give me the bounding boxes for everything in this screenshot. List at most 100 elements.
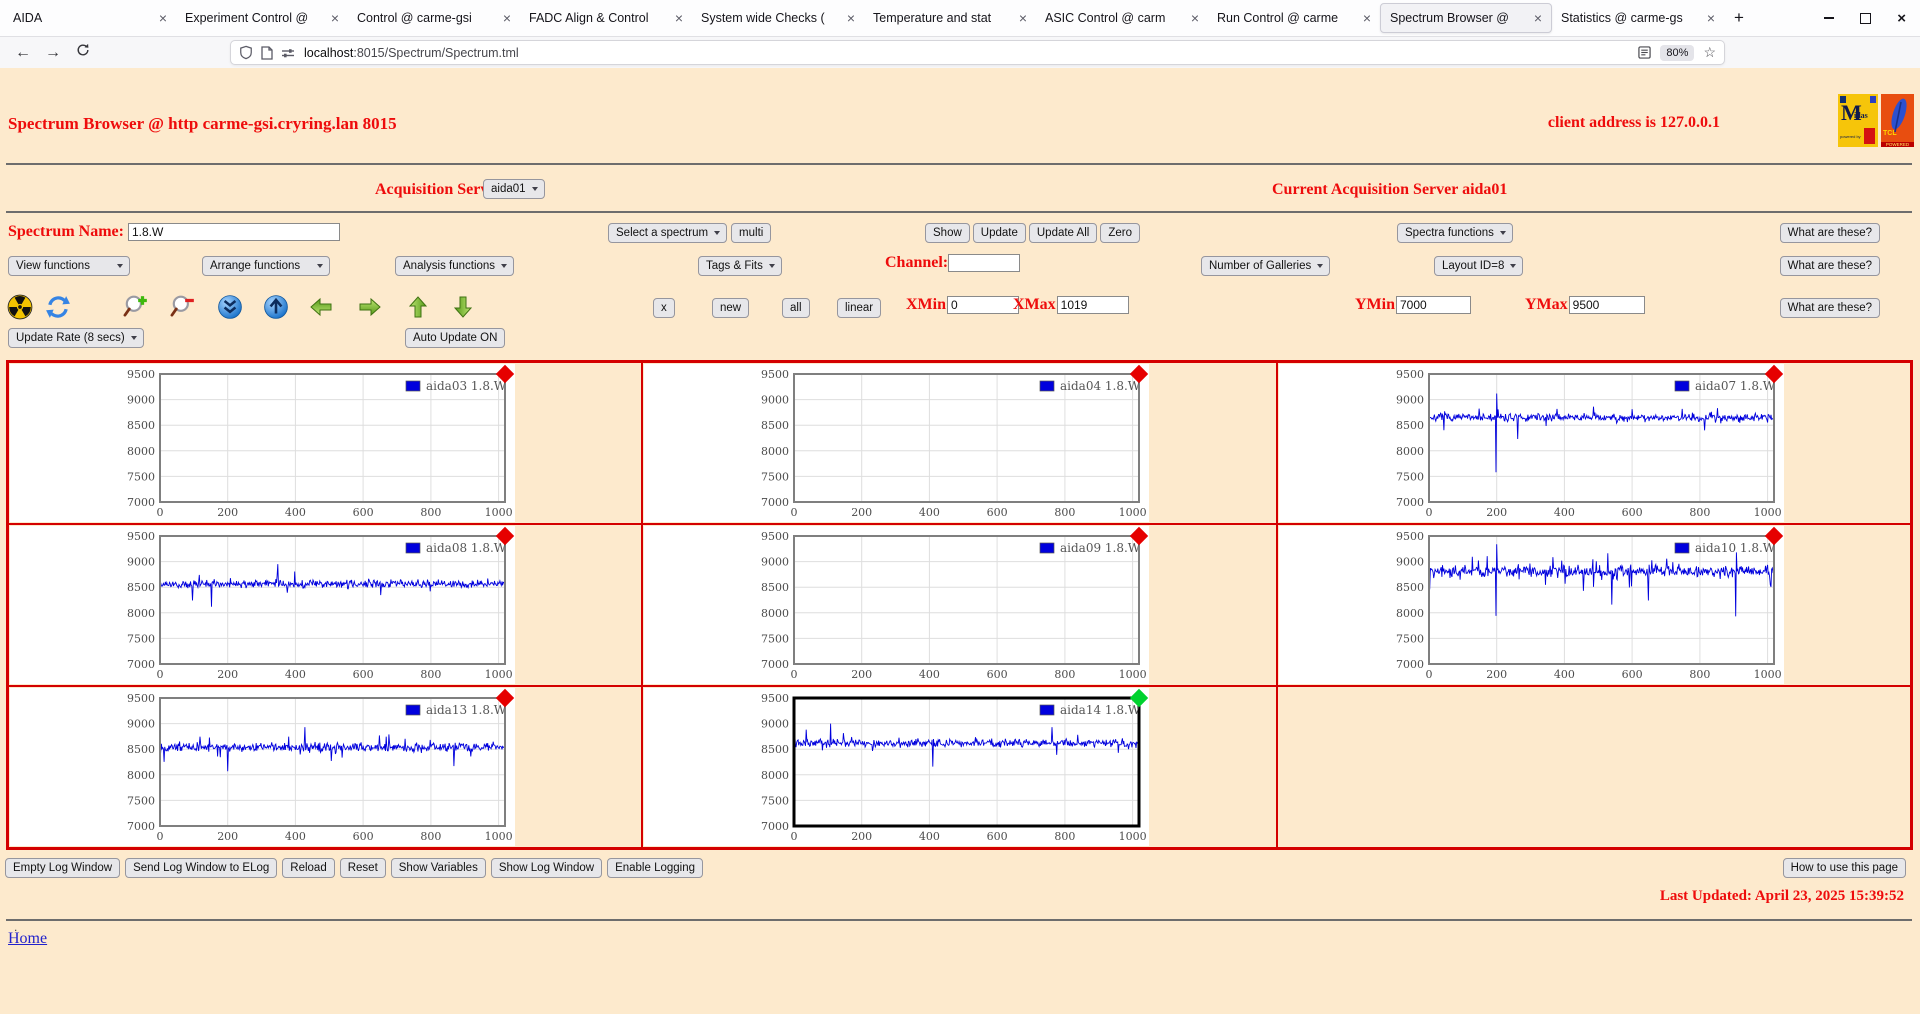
plot-image[interactable]: 7000 7500 8000 8500 9000 9500 0 200 400 600 800 100… xyxy=(10,364,515,522)
arrow-up-icon[interactable] xyxy=(405,294,431,320)
tab-close-icon[interactable]: × xyxy=(1363,11,1371,25)
xmax-input[interactable] xyxy=(1056,296,1129,314)
spectra-functions-dropdown[interactable]: Spectra functions xyxy=(1397,223,1513,243)
plot-image[interactable]: 7000 7500 8000 8500 9000 9500 0 200 400 600 800 100… xyxy=(10,688,515,846)
enable-logging-button[interactable]: Enable Logging xyxy=(607,858,704,878)
ymin-input[interactable] xyxy=(1396,296,1471,314)
shield-icon[interactable] xyxy=(239,45,253,60)
spectrum-panel-aida13[interactable]: 7000 7500 8000 8500 9000 9500 0 200 400 600 800 100… xyxy=(8,686,643,848)
show-log-window-button[interactable]: Show Log Window xyxy=(490,858,603,878)
plot-image[interactable]: 7000 7500 8000 8500 9000 9500 0 200 400 600 800 100… xyxy=(644,526,1150,684)
linear-button[interactable]: linear xyxy=(837,298,882,318)
arrow-down-icon[interactable] xyxy=(450,294,476,320)
browser-tab[interactable]: Run Control @ carme × xyxy=(1208,3,1380,33)
zoom-out-icon[interactable] xyxy=(170,294,196,320)
how-to-use-button[interactable]: How to use this page xyxy=(1782,858,1906,878)
forward-icon[interactable]: → xyxy=(38,44,68,62)
what-are-these-button[interactable]: What are these? xyxy=(1779,223,1880,243)
zero-button[interactable]: Zero xyxy=(1100,223,1140,243)
spectrum-panel-aida10[interactable]: 7000 7500 8000 8500 9000 9500 0 200 400 600 800 100… xyxy=(1276,524,1911,686)
plot-image[interactable]: 7000 7500 8000 8500 9000 9500 0 200 400 600 800 100… xyxy=(644,688,1150,846)
tab-close-icon[interactable]: × xyxy=(331,11,339,25)
arrow-left-icon[interactable] xyxy=(308,294,334,320)
select-spectrum-dropdown[interactable]: Select a spectrum xyxy=(608,223,728,243)
update-button[interactable]: Update xyxy=(972,223,1026,243)
spectrum-name-input[interactable] xyxy=(127,223,340,241)
spectrum-panel-aida07[interactable]: 7000 7500 8000 8500 9000 9500 0 200 400 600 800 100… xyxy=(1276,362,1911,524)
window-maximize-icon[interactable] xyxy=(1860,12,1872,24)
xmin-input[interactable] xyxy=(947,296,1019,314)
tags-fits-dropdown[interactable]: Tags & Fits xyxy=(698,256,782,276)
browser-tab[interactable]: ASIC Control @ carm × xyxy=(1036,3,1208,33)
layout-id-dropdown[interactable]: Layout ID=8 xyxy=(1434,256,1524,276)
tab-close-icon[interactable]: × xyxy=(1534,11,1542,25)
spectrum-panel-aida08[interactable]: 7000 7500 8000 8500 9000 9500 0 200 400 600 800 100… xyxy=(8,524,643,686)
analysis-functions-dropdown[interactable]: Analysis functions xyxy=(395,256,515,276)
browser-tab[interactable]: Spectrum Browser @ × xyxy=(1380,3,1552,33)
send-log-window-to-elog-button[interactable]: Send Log Window to ELog xyxy=(125,858,278,878)
refresh-icon[interactable] xyxy=(45,294,71,320)
plot-image[interactable]: 7000 7500 8000 8500 9000 9500 0 200 400 600 800 100… xyxy=(1278,364,1784,522)
plot-image[interactable]: 7000 7500 8000 8500 9000 9500 0 200 400 600 800 100… xyxy=(1278,526,1784,684)
multi-button[interactable]: multi xyxy=(731,223,772,243)
ymax-input[interactable] xyxy=(1568,296,1645,314)
tab-close-icon[interactable]: × xyxy=(1191,11,1199,25)
spectrum-panel-aida09[interactable]: 7000 7500 8000 8500 9000 9500 0 200 400 600 800 100… xyxy=(642,524,1277,686)
zoom-in-icon[interactable] xyxy=(123,294,149,320)
new-button[interactable]: new xyxy=(712,298,750,318)
page-icon[interactable] xyxy=(261,45,273,60)
x-axis-button[interactable]: x xyxy=(653,298,675,318)
midas-logo[interactable]: M idas powered by xyxy=(1838,94,1878,147)
browser-tab[interactable]: Experiment Control @ × xyxy=(176,3,348,33)
tab-close-icon[interactable]: × xyxy=(159,11,167,25)
arrow-right-icon[interactable] xyxy=(357,294,383,320)
tab-close-icon[interactable]: × xyxy=(1019,11,1027,25)
bookmark-star-icon[interactable]: ☆ xyxy=(1703,44,1716,61)
radiation-icon[interactable] xyxy=(7,294,33,320)
all-button[interactable]: all xyxy=(782,298,810,318)
what-are-these-button[interactable]: What are these? xyxy=(1779,298,1880,318)
browser-tab[interactable]: AIDA × xyxy=(4,3,176,33)
url-bar[interactable]: localhost:8015/Spectrum/Spectrum.tml 80%… xyxy=(230,40,1725,65)
acquisition-server-select[interactable]: aida01 xyxy=(483,179,545,199)
window-close-icon[interactable]: × xyxy=(1897,10,1906,27)
expand-vertical-icon[interactable] xyxy=(263,294,289,320)
show-variables-button[interactable]: Show Variables xyxy=(390,858,486,878)
window-minimize-icon[interactable] xyxy=(1824,17,1835,19)
spectrum-panel-aida04[interactable]: 7000 7500 8000 8500 9000 9500 0 200 400 600 800 100… xyxy=(642,362,1277,524)
spectrum-panel-aida03[interactable]: 7000 7500 8000 8500 9000 9500 0 200 400 600 800 100… xyxy=(8,362,643,524)
collapse-vertical-icon[interactable] xyxy=(217,294,243,320)
auto-update-button[interactable]: Auto Update ON xyxy=(405,328,506,348)
plot-image[interactable]: 7000 7500 8000 8500 9000 9500 0 200 400 600 800 100… xyxy=(644,364,1150,522)
tab-close-icon[interactable]: × xyxy=(675,11,683,25)
update-all-button[interactable]: Update All xyxy=(1028,223,1098,243)
update-rate-dropdown[interactable]: Update Rate (8 secs) xyxy=(8,328,144,348)
url-text[interactable]: localhost:8015/Spectrum/Spectrum.tml xyxy=(304,46,1638,60)
plot-image[interactable]: 7000 7500 8000 8500 9000 9500 0 200 400 600 800 100… xyxy=(10,526,515,684)
new-tab-button[interactable]: + xyxy=(1724,8,1754,28)
arrange-functions-dropdown[interactable]: Arrange functions xyxy=(202,256,330,276)
channel-input[interactable] xyxy=(948,254,1021,272)
tcl-powered-logo[interactable]: TCL POWERED xyxy=(1881,94,1914,147)
reader-mode-icon[interactable] xyxy=(1638,46,1652,59)
reset-button[interactable]: Reset xyxy=(339,858,386,878)
view-functions-dropdown[interactable]: View functions xyxy=(8,256,130,276)
permissions-sliders-icon[interactable] xyxy=(281,47,295,59)
zoom-level-badge[interactable]: 80% xyxy=(1660,44,1695,61)
browser-tab[interactable]: FADC Align & Control × xyxy=(520,3,692,33)
browser-tab[interactable]: Control @ carme-gsi × xyxy=(348,3,520,33)
browser-tab[interactable]: Temperature and stat × xyxy=(864,3,1036,33)
home-link[interactable]: Home xyxy=(8,930,47,948)
spectrum-panel-aida14[interactable]: 7000 7500 8000 8500 9000 9500 0 200 400 600 800 100… xyxy=(642,686,1277,848)
empty-log-window-button[interactable]: Empty Log Window xyxy=(5,858,121,878)
reload-button[interactable]: Reload xyxy=(282,858,335,878)
tab-close-icon[interactable]: × xyxy=(847,11,855,25)
number-of-galleries-dropdown[interactable]: Number of Galleries xyxy=(1201,256,1331,276)
back-icon[interactable]: ← xyxy=(8,44,38,62)
browser-tab[interactable]: Statistics @ carme-gs × xyxy=(1552,3,1724,33)
what-are-these-button[interactable]: What are these? xyxy=(1779,256,1880,276)
reload-icon[interactable] xyxy=(68,43,98,62)
browser-tab[interactable]: System wide Checks (× xyxy=(692,3,864,33)
show-button[interactable]: Show xyxy=(925,223,970,243)
tab-close-icon[interactable]: × xyxy=(1707,11,1715,25)
